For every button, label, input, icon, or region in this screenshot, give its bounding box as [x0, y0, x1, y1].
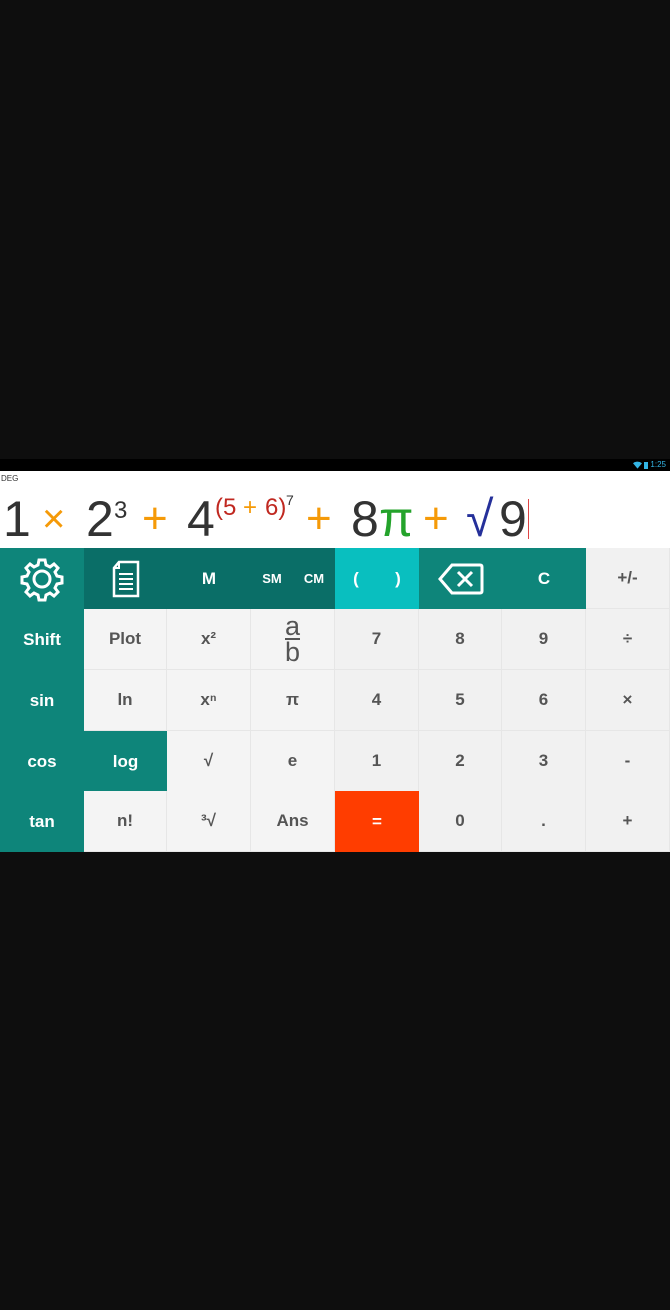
fraction-icon: a b: [284, 611, 301, 667]
decimal-button[interactable]: .: [502, 791, 586, 852]
expr-pow-plus: +: [243, 494, 258, 521]
keypad-row-5: tan n! ³√ Ans = 0 . +: [0, 791, 670, 852]
backspace-button[interactable]: [419, 548, 502, 609]
factorial-button[interactable]: n!: [84, 791, 167, 852]
clock: 1:25: [650, 460, 666, 469]
shift-button[interactable]: Shift: [0, 609, 84, 670]
keypad: M SM CM ( ) C +/- Shift Plot x² a b 7 8 …: [0, 548, 670, 852]
expr-exp-3: 3: [114, 497, 128, 524]
fraction-button[interactable]: a b: [251, 609, 335, 670]
equals-button[interactable]: =: [335, 791, 419, 852]
memory-button[interactable]: M: [167, 548, 251, 609]
log-button[interactable]: log: [84, 731, 167, 792]
digit-3-button[interactable]: 3: [502, 731, 586, 792]
history-icon: [112, 560, 139, 597]
square-button[interactable]: x²: [167, 609, 251, 670]
ln-button[interactable]: ln: [84, 670, 167, 731]
keypad-row-1: M SM CM ( ) C +/-: [0, 548, 670, 609]
digit-4-button[interactable]: 4: [335, 670, 419, 731]
expr-1: 1: [3, 491, 31, 547]
digit-1-button[interactable]: 1: [335, 731, 419, 792]
expr-pi: π: [379, 491, 414, 547]
close-paren-button[interactable]: ): [377, 548, 419, 609]
plus-button[interactable]: +: [586, 791, 670, 852]
settings-button[interactable]: [0, 548, 84, 609]
digit-5-button[interactable]: 5: [419, 670, 502, 731]
settings-icon: [20, 558, 64, 601]
expression-display[interactable]: DEG 1 × 2 3 + 4 (5 + 6) 7 + 8 π + √ 9: [0, 471, 670, 548]
expr-pow-close: 6): [265, 494, 287, 521]
digit-0-button[interactable]: 0: [419, 791, 502, 852]
keypad-row-4: cos log √ e 1 2 3 -: [0, 731, 670, 792]
expr-sqrt: √: [466, 491, 494, 547]
memory-clear-button[interactable]: CM: [293, 548, 335, 609]
tan-button[interactable]: tan: [0, 791, 84, 852]
minus-button[interactable]: -: [586, 731, 670, 792]
answer-button[interactable]: Ans: [251, 791, 335, 852]
expr-plus-2: +: [306, 494, 332, 543]
expr-pow-open: (5: [215, 494, 237, 521]
memory-save-button[interactable]: SM: [251, 548, 293, 609]
keypad-row-2: Shift Plot x² a b 7 8 9 ÷: [0, 609, 670, 670]
keypad-row-3: sin ln xⁿ π 4 5 6 ×: [0, 670, 670, 731]
expr-4: 4: [187, 491, 215, 547]
digit-9-button[interactable]: 9: [502, 609, 586, 670]
power-button[interactable]: xⁿ: [167, 670, 251, 731]
multiply-button[interactable]: ×: [586, 670, 670, 731]
digit-8-button[interactable]: 8: [419, 609, 502, 670]
fraction-numerator: a: [284, 611, 301, 641]
backspace-icon: [437, 563, 483, 594]
expr-exp-7: 7: [286, 492, 294, 508]
digit-2-button[interactable]: 2: [419, 731, 502, 792]
plot-button[interactable]: Plot: [84, 609, 167, 670]
euler-button[interactable]: e: [251, 731, 335, 792]
angle-mode-indicator: DEG: [1, 474, 19, 483]
sin-button[interactable]: sin: [0, 670, 84, 731]
status-bar: 1:25: [0, 459, 670, 471]
expr-plus-1: +: [142, 494, 168, 543]
sqrt-button[interactable]: √: [167, 731, 251, 792]
expr-9: 9: [499, 491, 527, 547]
plus-minus-button[interactable]: +/-: [586, 548, 670, 609]
cos-button[interactable]: cos: [0, 731, 84, 792]
divide-button[interactable]: ÷: [586, 609, 670, 670]
clear-button[interactable]: C: [502, 548, 586, 609]
battery-icon: [644, 461, 649, 469]
fraction-denominator: b: [284, 637, 301, 667]
digit-6-button[interactable]: 6: [502, 670, 586, 731]
history-button[interactable]: [84, 548, 167, 609]
expr-2: 2: [86, 491, 114, 547]
digit-7-button[interactable]: 7: [335, 609, 419, 670]
expr-8: 8: [351, 491, 379, 547]
pi-button[interactable]: π: [251, 670, 335, 731]
expr-plus-3: +: [423, 494, 449, 543]
open-paren-button[interactable]: (: [335, 548, 377, 609]
wifi-icon: [633, 461, 643, 469]
cube-root-button[interactable]: ³√: [167, 791, 251, 852]
text-cursor: [528, 499, 529, 539]
expr-times: ×: [42, 497, 66, 541]
